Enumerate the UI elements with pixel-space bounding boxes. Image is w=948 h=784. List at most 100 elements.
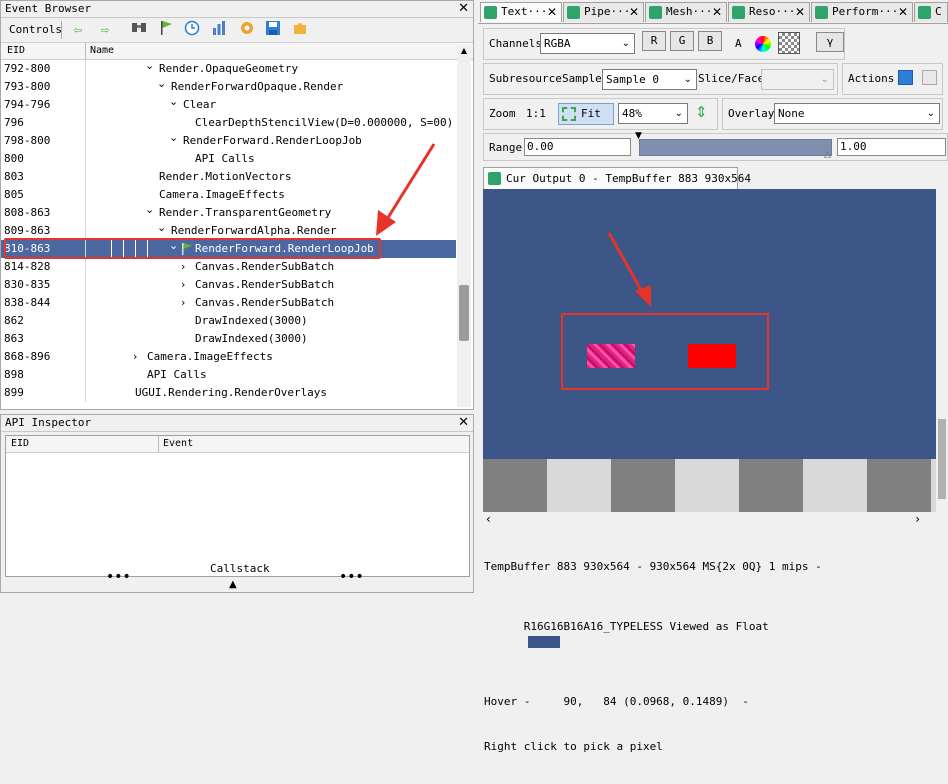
range-min-input[interactable]: 0.00 [524, 138, 631, 156]
channels-strip: Channels RGBA ⌄ R G B A γ [483, 28, 845, 60]
controls-label[interactable]: Controls [9, 23, 62, 36]
event-row[interactable]: 862 DrawIndexed(3000) [1, 312, 456, 330]
zoom-dropdown[interactable]: 48% ⌄ [618, 103, 688, 124]
flag-icon[interactable] [156, 20, 176, 40]
event-row[interactable]: 793-800 ⌄ RenderForwardOpaque.Render [1, 75, 456, 96]
event-row[interactable]: 796 ClearDepthStencilView(D=0.000000, S=0… [1, 114, 456, 132]
texture-canvas[interactable] [483, 189, 943, 512]
scroll-right-icon[interactable]: › [915, 512, 920, 526]
copy-icon[interactable] [922, 70, 937, 85]
chevron-down-icon[interactable]: ⌄ [157, 75, 166, 93]
channel-b-button[interactable]: B [698, 31, 722, 51]
channels-dropdown[interactable]: RGBA ⌄ [540, 33, 635, 54]
channel-r-button[interactable]: R [642, 31, 666, 51]
range-min-handle[interactable]: ▼ [635, 131, 642, 141]
expand-up-icon[interactable]: ▲ [229, 579, 237, 590]
chevron-down-icon[interactable]: ⌄ [145, 201, 154, 219]
close-icon[interactable]: ✕ [458, 415, 469, 431]
range-slider[interactable] [639, 139, 832, 156]
event-row-name: Canvas.RenderSubBatch [195, 296, 335, 309]
event-row-eid: 838-844 [4, 296, 51, 309]
save-texture-icon[interactable] [898, 70, 913, 85]
scroll-thumb[interactable] [459, 285, 469, 341]
settings-gear-icon[interactable] [237, 20, 257, 40]
clock-icon[interactable] [182, 20, 202, 40]
event-row[interactable]: 899 UGUI.Rendering.RenderOverlays [1, 384, 456, 402]
scroll-up-icon[interactable]: ▲ [457, 45, 471, 57]
fit-button[interactable]: Fit [558, 103, 614, 125]
event-row[interactable]: 830-835 › Canvas.RenderSubBatch [1, 276, 456, 294]
event-row[interactable]: 898 API Calls [1, 366, 456, 384]
more-dots-left[interactable]: ••• [106, 569, 131, 585]
binoculars-icon[interactable] [129, 20, 149, 40]
col-header-eid[interactable]: EID [11, 436, 29, 452]
tab-2[interactable]: Mesh··· ✕ [645, 2, 727, 22]
chevron-down-icon[interactable]: ⌄ [169, 237, 178, 255]
slice-face-dropdown[interactable]: ⌄ [761, 69, 834, 90]
column-divider [85, 276, 86, 294]
color-wheel-icon[interactable] [755, 36, 771, 52]
sample-value: Sample 0 [606, 73, 659, 86]
save-icon[interactable] [263, 20, 283, 40]
sample-dropdown[interactable]: Sample 0 ⌄ [602, 69, 697, 90]
close-icon[interactable]: ✕ [712, 3, 722, 21]
status-line-2: R16G16B16A16_TYPELESS Viewed as Float [484, 604, 944, 664]
col-header-event[interactable]: Event [163, 436, 193, 452]
puzzle-icon[interactable] [290, 20, 310, 40]
close-icon[interactable]: ✕ [795, 3, 805, 21]
event-row[interactable]: 792-800 ⌄ Render.OpaqueGeometry [1, 60, 456, 78]
tab-4[interactable]: Perform··· ✕ [811, 2, 913, 22]
flip-vertical-icon[interactable]: ⇕ [695, 103, 708, 121]
event-row[interactable]: 838-844 › Canvas.RenderSubBatch [1, 294, 456, 312]
stats-icon[interactable] [209, 20, 229, 40]
zoom-1to1-button[interactable]: 1:1 [526, 107, 546, 120]
arrow-left-icon[interactable]: ⇦ [68, 20, 88, 40]
col-header-name[interactable]: Name [90, 43, 114, 59]
event-row[interactable]: 794-796 ⌄ Clear [1, 93, 456, 114]
chevron-right-icon[interactable]: › [181, 258, 185, 276]
event-row[interactable]: 814-828 › Canvas.RenderSubBatch [1, 258, 456, 276]
tab-3[interactable]: Reso··· ✕ [728, 2, 810, 22]
event-row-eid: 800 [4, 152, 24, 165]
close-icon[interactable]: ✕ [547, 3, 557, 21]
event-row-name: RenderForward.RenderLoopJob [195, 242, 374, 255]
tab-1[interactable]: Pipe··· ✕ [563, 2, 644, 22]
chevron-right-icon[interactable]: › [181, 276, 185, 294]
overlay-dropdown[interactable]: None ⌄ [774, 103, 940, 124]
event-row[interactable]: 810-863 ⌄ RenderForward.RenderLoopJob [1, 237, 456, 258]
column-divider [85, 330, 86, 348]
more-dots-right[interactable]: ••• [339, 569, 364, 585]
close-icon[interactable]: ✕ [629, 3, 639, 21]
chevron-down-icon[interactable]: ⌄ [145, 60, 154, 75]
gamma-button[interactable]: γ [816, 32, 844, 52]
chevron-down-icon[interactable]: ⌄ [157, 219, 166, 237]
range-max-input[interactable]: 1.00 [837, 138, 946, 156]
scroll-left-icon[interactable]: ‹ [486, 512, 491, 526]
arrow-right-icon[interactable]: ⇨ [95, 20, 115, 40]
tab-5[interactable]: C [914, 2, 948, 22]
close-icon[interactable]: ✕ [458, 1, 469, 17]
event-row-eid: 808-863 [4, 206, 51, 219]
event-row[interactable]: 863 DrawIndexed(3000) [1, 330, 456, 348]
checkerboard-icon[interactable] [778, 32, 800, 54]
channel-a-label[interactable]: A [735, 37, 742, 50]
tab-0[interactable]: Text··· ✕ [480, 2, 562, 22]
event-row[interactable]: 868-896 › Camera.ImageEffects [1, 348, 456, 366]
event-row-eid: 793-800 [4, 80, 51, 93]
scroll-thumb[interactable] [938, 419, 946, 499]
col-header-eid[interactable]: EID [7, 43, 25, 59]
chevron-right-icon[interactable]: › [181, 294, 185, 312]
chevron-down-icon[interactable]: ⌄ [169, 129, 178, 147]
chevron-right-icon[interactable]: › [133, 348, 137, 366]
channel-g-button[interactable]: G [670, 31, 694, 51]
channels-value: RGBA [544, 37, 571, 50]
close-icon[interactable]: ✕ [898, 3, 908, 21]
chevron-down-icon[interactable]: ⌄ [169, 93, 178, 111]
callstack-label[interactable]: Callstack [210, 562, 270, 575]
canvas-hscroll[interactable]: ‹ › [483, 512, 923, 528]
event-scrollbar[interactable]: ▲ [457, 45, 471, 407]
range-max-handle[interactable]: △ [824, 150, 831, 160]
canvas-vscroll[interactable] [936, 189, 948, 512]
output-tab[interactable]: Cur Output 0 - TempBuffer 883 930x564 [483, 167, 751, 189]
range-max-value: 1.00 [840, 140, 867, 153]
